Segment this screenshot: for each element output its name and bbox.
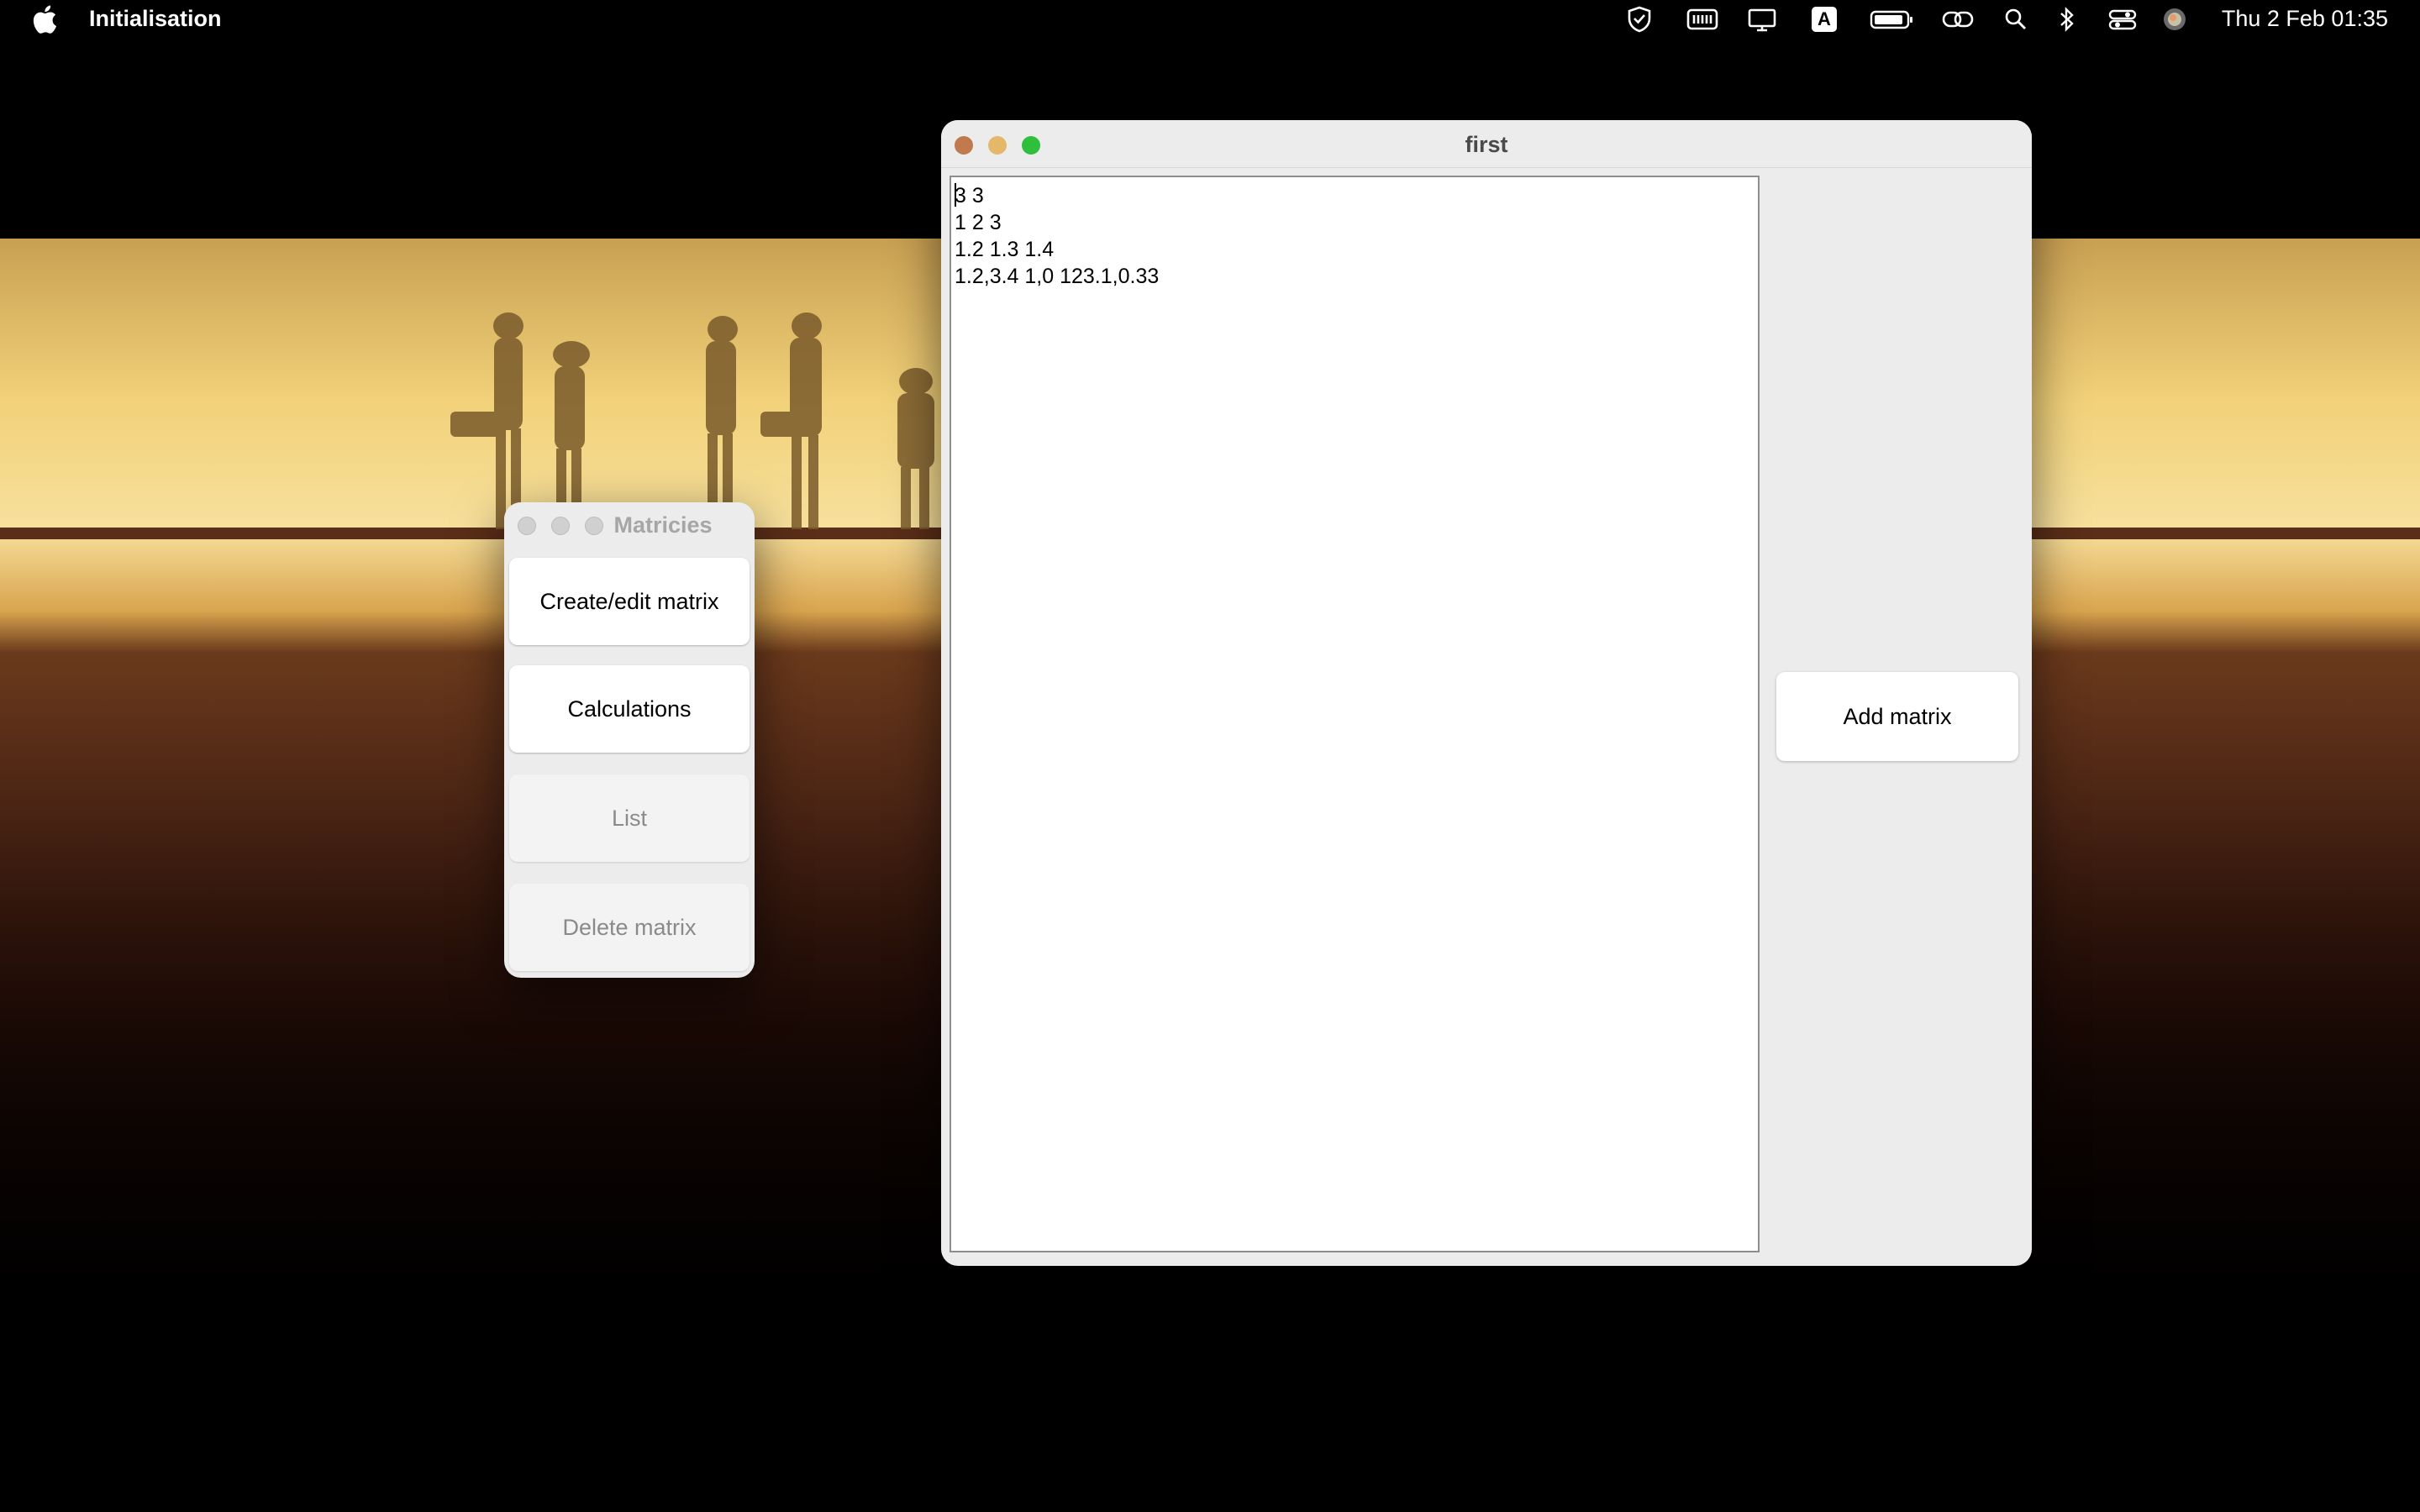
matrix-text-editor[interactable]: 3 3 1 2 3 1.2 1.3 1.4 1.2,3.4 1,0 123.1,…: [950, 176, 1760, 1252]
list-button[interactable]: List: [509, 774, 750, 862]
first-titlebar[interactable]: first: [941, 120, 2032, 168]
display-icon[interactable]: [1746, 5, 1778, 34]
menubar-clock[interactable]: Thu 2 Feb 01:35: [2222, 6, 2388, 32]
close-button[interactable]: [518, 517, 536, 535]
link-icon[interactable]: [1941, 5, 1975, 34]
editor-line: 1 2 3: [955, 211, 1002, 234]
window-title: first: [1465, 132, 1508, 157]
create-edit-matrix-button[interactable]: Create/edit matrix: [509, 558, 750, 645]
editor-line: 1.2 1.3 1.4: [955, 238, 1055, 261]
shield-check-icon[interactable]: [1625, 5, 1654, 34]
active-app-name[interactable]: Initialisation: [89, 6, 222, 32]
matricies-window: Matricies Create/edit matrix Calculation…: [504, 502, 755, 978]
editor-line: 1.2,3.4 1,0 123.1,0.33: [955, 265, 1160, 288]
minimize-button[interactable]: [551, 517, 570, 535]
menu-bar: Initialisation A Thu 2 Feb 01:35: [0, 0, 2420, 39]
calculations-button[interactable]: Calculations: [509, 665, 750, 753]
input-source-icon[interactable]: A: [1812, 7, 1837, 32]
editor-line: 3 3: [955, 184, 984, 207]
control-center-icon[interactable]: [2107, 5, 2138, 34]
bluetooth-icon[interactable]: [2057, 5, 2077, 34]
battery-icon[interactable]: [1869, 5, 1914, 34]
delete-matrix-button[interactable]: Delete matrix: [509, 884, 750, 971]
add-matrix-button[interactable]: Add matrix: [1776, 672, 2018, 761]
keyboard-icon[interactable]: [1686, 5, 1719, 34]
apple-menu-icon[interactable]: [32, 5, 57, 34]
first-window: first 3 3 1 2 3 1.2 1.3 1.4 1.2,3.4 1,0 …: [941, 120, 2032, 1266]
search-icon[interactable]: [2003, 5, 2028, 34]
siri-icon[interactable]: [2161, 5, 2188, 34]
window-title: Matricies: [613, 512, 713, 538]
matricies-titlebar[interactable]: Matricies: [504, 502, 755, 548]
